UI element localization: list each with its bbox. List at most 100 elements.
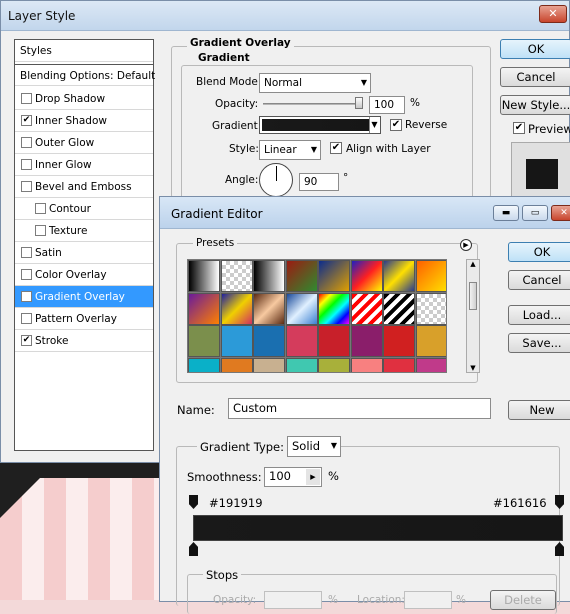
- angle-dial[interactable]: [259, 163, 293, 197]
- style-item[interactable]: Inner Glow: [15, 154, 153, 176]
- preset-swatch[interactable]: [285, 357, 318, 372]
- preset-swatch[interactable]: [220, 325, 253, 357]
- preset-swatch[interactable]: [350, 325, 383, 357]
- opacity-slider-track[interactable]: [263, 103, 363, 105]
- opacity-unit: %: [410, 97, 420, 109]
- style-checkbox[interactable]: [21, 313, 32, 324]
- left-stop-color: #191919: [209, 496, 263, 510]
- preset-swatch[interactable]: [415, 325, 446, 357]
- preset-swatch[interactable]: [188, 260, 220, 292]
- preset-swatch[interactable]: [253, 325, 285, 357]
- chevron-down-icon[interactable]: ▼: [369, 117, 379, 133]
- preset-swatch[interactable]: [188, 357, 220, 372]
- preset-swatch[interactable]: [383, 292, 415, 325]
- ok-button[interactable]: OK: [508, 242, 570, 262]
- preset-swatch[interactable]: [220, 357, 253, 372]
- preset-swatch[interactable]: [253, 292, 285, 325]
- minimize-icon[interactable]: ▬: [493, 205, 519, 221]
- style-item[interactable]: Texture: [15, 220, 153, 242]
- preset-swatch[interactable]: [318, 260, 350, 292]
- preset-scrollbar[interactable]: ▲ ▼: [466, 259, 480, 373]
- scroll-up-icon[interactable]: ▲: [467, 260, 479, 268]
- close-icon[interactable]: ✕: [551, 205, 570, 221]
- angle-input[interactable]: 90: [299, 173, 339, 191]
- style-checkbox[interactable]: ✔: [21, 291, 32, 302]
- stops-opacity-input[interactable]: [264, 591, 322, 609]
- gradient-ramp[interactable]: [193, 515, 563, 541]
- style-item[interactable]: Outer Glow: [15, 132, 153, 154]
- gradient-picker[interactable]: [259, 116, 381, 134]
- preset-swatch[interactable]: [253, 357, 285, 372]
- smoothness-input[interactable]: 100 ▶: [264, 467, 322, 487]
- preset-swatch[interactable]: [220, 292, 253, 325]
- style-checkbox[interactable]: [21, 137, 32, 148]
- gradient-type-select[interactable]: Solid ▼: [287, 436, 341, 457]
- preset-swatch[interactable]: [285, 292, 318, 325]
- save-button[interactable]: Save...: [508, 333, 570, 353]
- style-checkbox[interactable]: [21, 269, 32, 280]
- style-item[interactable]: Bevel and Emboss: [15, 176, 153, 198]
- preset-swatch[interactable]: [350, 292, 383, 325]
- preset-swatch[interactable]: [285, 260, 318, 292]
- style-checkbox[interactable]: [21, 247, 32, 258]
- style-checkbox[interactable]: [35, 225, 46, 236]
- new-style-button[interactable]: New Style...: [500, 95, 570, 115]
- preset-swatch[interactable]: [318, 292, 350, 325]
- style-item[interactable]: Pattern Overlay: [15, 308, 153, 330]
- preset-swatch[interactable]: [415, 357, 446, 372]
- preset-swatch[interactable]: [318, 357, 350, 372]
- presets-menu-icon[interactable]: ▶: [460, 239, 472, 251]
- blending-options-item[interactable]: Blending Options: Default: [15, 64, 155, 86]
- preset-swatch[interactable]: [285, 325, 318, 357]
- opacity-slider-handle[interactable]: [355, 97, 363, 109]
- ok-button[interactable]: OK: [500, 39, 570, 59]
- preset-swatch[interactable]: [383, 357, 415, 372]
- scroll-down-icon[interactable]: ▼: [467, 364, 479, 372]
- style-item[interactable]: ✔ Stroke: [15, 330, 153, 352]
- style-item-label: Outer Glow: [35, 137, 95, 149]
- preset-swatch[interactable]: [318, 325, 350, 357]
- style-item[interactable]: ✔ Gradient Overlay: [15, 286, 153, 308]
- style-select[interactable]: Linear ▼: [259, 140, 321, 160]
- dropdown-arrow-icon[interactable]: ▶: [306, 469, 320, 485]
- preset-swatch[interactable]: [415, 292, 446, 325]
- opacity-input[interactable]: 100: [369, 96, 405, 114]
- close-button[interactable]: ✕: [539, 5, 567, 23]
- preset-swatch[interactable]: [350, 357, 383, 372]
- styles-header[interactable]: Styles: [15, 40, 153, 62]
- style-item[interactable]: ✔ Inner Shadow: [15, 110, 153, 132]
- align-with-layer-checkbox[interactable]: ✔: [330, 142, 342, 154]
- delete-button[interactable]: Delete: [490, 590, 556, 610]
- preset-swatch[interactable]: [253, 260, 285, 292]
- preset-swatch[interactable]: [350, 260, 383, 292]
- style-checkbox[interactable]: ✔: [21, 115, 32, 126]
- preset-swatch[interactable]: [188, 325, 220, 357]
- load-button[interactable]: Load...: [508, 305, 570, 325]
- cancel-button[interactable]: Cancel: [500, 67, 570, 87]
- styles-list: Styles Blending Options: Default Drop Sh…: [14, 39, 155, 451]
- blend-mode-select[interactable]: Normal ▼: [259, 73, 371, 93]
- preset-swatch[interactable]: [415, 260, 446, 292]
- preset-swatch[interactable]: [220, 260, 253, 292]
- cancel-button[interactable]: Cancel: [508, 270, 570, 290]
- preview-checkbox[interactable]: ✔: [513, 122, 525, 134]
- style-checkbox[interactable]: [35, 203, 46, 214]
- style-item[interactable]: Color Overlay: [15, 264, 153, 286]
- maximize-icon[interactable]: ▭: [522, 205, 548, 221]
- preset-swatch[interactable]: [383, 325, 415, 357]
- style-item[interactable]: Drop Shadow: [15, 88, 153, 110]
- preset-swatch[interactable]: [383, 260, 415, 292]
- style-checkbox[interactable]: ✔: [21, 335, 32, 346]
- preset-swatch[interactable]: [188, 292, 220, 325]
- reverse-checkbox[interactable]: ✔: [390, 119, 402, 131]
- style-item[interactable]: Contour: [15, 198, 153, 220]
- scroll-thumb[interactable]: [469, 282, 477, 310]
- style-item-label: Contour: [49, 203, 91, 215]
- style-item[interactable]: Satin: [15, 242, 153, 264]
- style-checkbox[interactable]: [21, 159, 32, 170]
- stops-location-input[interactable]: [404, 591, 452, 609]
- style-checkbox[interactable]: [21, 93, 32, 104]
- name-input[interactable]: Custom: [228, 398, 491, 419]
- new-button[interactable]: New: [508, 400, 570, 420]
- style-checkbox[interactable]: [21, 181, 32, 192]
